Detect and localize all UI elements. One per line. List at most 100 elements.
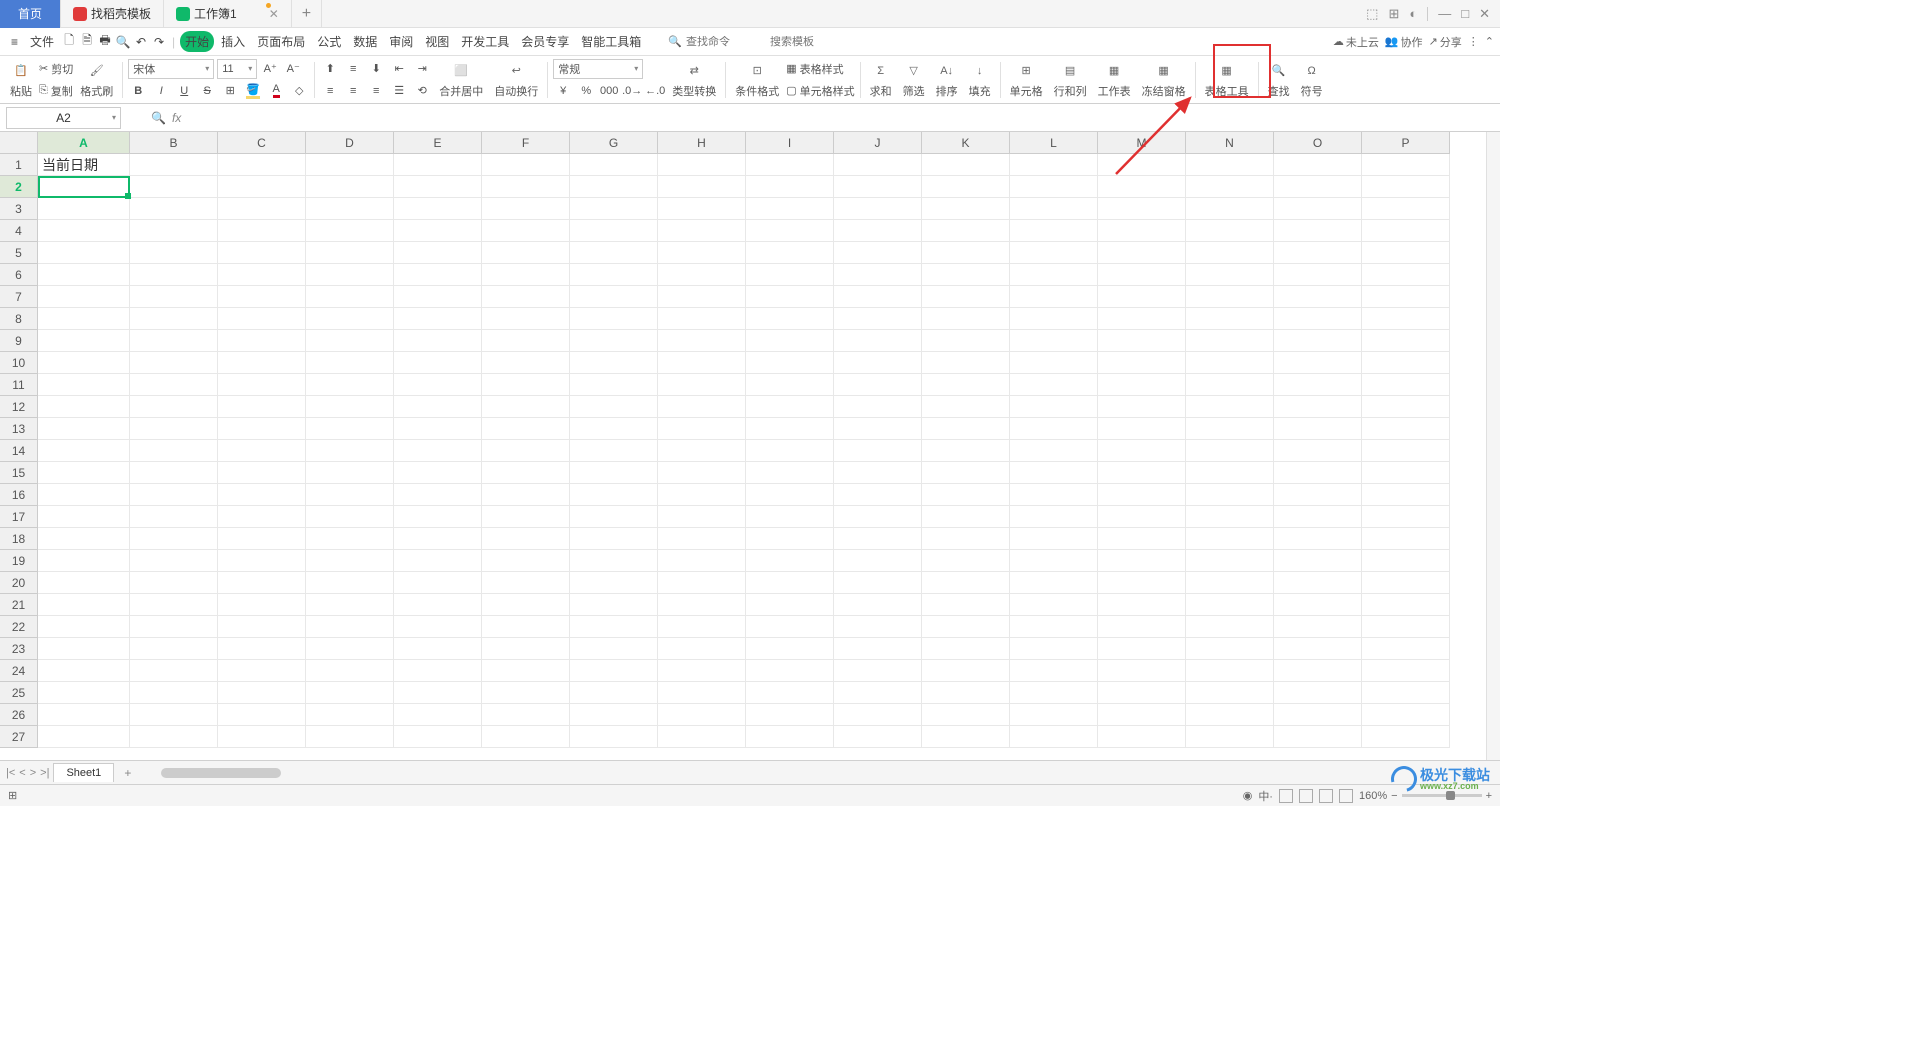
cell-F11[interactable] [482, 374, 570, 396]
cell-N8[interactable] [1186, 308, 1274, 330]
cell-C6[interactable] [218, 264, 306, 286]
cell-D24[interactable] [306, 660, 394, 682]
zoom-thumb[interactable] [1446, 791, 1455, 800]
filter-button[interactable]: ▽筛选 [899, 59, 929, 101]
cell-M18[interactable] [1098, 528, 1186, 550]
tab-workbook[interactable]: 工作簿1 ✕ [164, 0, 292, 28]
cell-P11[interactable] [1362, 374, 1450, 396]
currency-icon[interactable]: ¥ [553, 81, 573, 101]
cell-A4[interactable] [38, 220, 130, 242]
cell-E17[interactable] [394, 506, 482, 528]
cell-F14[interactable] [482, 440, 570, 462]
row-header-20[interactable]: 20 [0, 572, 38, 594]
cells-button[interactable]: ⊞单元格 [1006, 59, 1047, 101]
column-header-D[interactable]: D [306, 132, 394, 154]
cell-C15[interactable] [218, 462, 306, 484]
cell-G5[interactable] [570, 242, 658, 264]
cell-O27[interactable] [1274, 726, 1362, 748]
cell-K7[interactable] [922, 286, 1010, 308]
cell-P1[interactable] [1362, 154, 1450, 176]
cell-B19[interactable] [130, 550, 218, 572]
cell-O15[interactable] [1274, 462, 1362, 484]
cell-M8[interactable] [1098, 308, 1186, 330]
cell-H15[interactable] [658, 462, 746, 484]
cell-L24[interactable] [1010, 660, 1098, 682]
cell-N14[interactable] [1186, 440, 1274, 462]
cell-A1[interactable]: 当前日期 [38, 154, 130, 176]
cell-A10[interactable] [38, 352, 130, 374]
cell-A12[interactable] [38, 396, 130, 418]
cell-F18[interactable] [482, 528, 570, 550]
collab-button[interactable]: 👥协作 [1385, 34, 1423, 50]
cell-P14[interactable] [1362, 440, 1450, 462]
cell-D25[interactable] [306, 682, 394, 704]
cell-F19[interactable] [482, 550, 570, 572]
cell-O6[interactable] [1274, 264, 1362, 286]
symbol-button[interactable]: Ω符号 [1297, 59, 1327, 101]
cell-B13[interactable] [130, 418, 218, 440]
font-size-select[interactable]: 11▾ [217, 59, 257, 79]
cell-G13[interactable] [570, 418, 658, 440]
cell-H22[interactable] [658, 616, 746, 638]
cell-I24[interactable] [746, 660, 834, 682]
cell-I10[interactable] [746, 352, 834, 374]
cell-P9[interactable] [1362, 330, 1450, 352]
cell-J15[interactable] [834, 462, 922, 484]
cell-A2[interactable] [38, 176, 130, 198]
cell-L20[interactable] [1010, 572, 1098, 594]
column-header-N[interactable]: N [1186, 132, 1274, 154]
cell-N1[interactable] [1186, 154, 1274, 176]
cell-H1[interactable] [658, 154, 746, 176]
cell-F10[interactable] [482, 352, 570, 374]
cell-I4[interactable] [746, 220, 834, 242]
cell-K5[interactable] [922, 242, 1010, 264]
cell-N22[interactable] [1186, 616, 1274, 638]
cell-A27[interactable] [38, 726, 130, 748]
cell-F24[interactable] [482, 660, 570, 682]
cell-G11[interactable] [570, 374, 658, 396]
cell-H18[interactable] [658, 528, 746, 550]
cell-O20[interactable] [1274, 572, 1362, 594]
cell-C25[interactable] [218, 682, 306, 704]
cell-B24[interactable] [130, 660, 218, 682]
cell-O26[interactable] [1274, 704, 1362, 726]
cell-J19[interactable] [834, 550, 922, 572]
cell-B16[interactable] [130, 484, 218, 506]
find-button[interactable]: 🔍查找 [1264, 59, 1294, 101]
decrease-font-icon[interactable]: A⁻ [283, 59, 303, 79]
cell-L5[interactable] [1010, 242, 1098, 264]
cell-H25[interactable] [658, 682, 746, 704]
cell-C14[interactable] [218, 440, 306, 462]
sum-button[interactable]: Σ求和 [866, 59, 896, 101]
menu-member[interactable]: 会员专享 [516, 31, 574, 52]
cell-K3[interactable] [922, 198, 1010, 220]
cell-F16[interactable] [482, 484, 570, 506]
cell-K26[interactable] [922, 704, 1010, 726]
grid-icon[interactable]: ⊞ [1388, 6, 1399, 22]
menu-data[interactable]: 数据 [348, 31, 382, 52]
cell-L15[interactable] [1010, 462, 1098, 484]
cell-I6[interactable] [746, 264, 834, 286]
cell-O14[interactable] [1274, 440, 1362, 462]
cell-J12[interactable] [834, 396, 922, 418]
cell-E14[interactable] [394, 440, 482, 462]
cell-G21[interactable] [570, 594, 658, 616]
justify-icon[interactable]: ☰ [389, 81, 409, 101]
cell-K27[interactable] [922, 726, 1010, 748]
cell-D8[interactable] [306, 308, 394, 330]
cell-B2[interactable] [130, 176, 218, 198]
menu-view[interactable]: 视图 [420, 31, 454, 52]
cell-I5[interactable] [746, 242, 834, 264]
cell-I11[interactable] [746, 374, 834, 396]
cell-D20[interactable] [306, 572, 394, 594]
cell-M25[interactable] [1098, 682, 1186, 704]
cell-D7[interactable] [306, 286, 394, 308]
cell-D5[interactable] [306, 242, 394, 264]
cell-J9[interactable] [834, 330, 922, 352]
cell-N17[interactable] [1186, 506, 1274, 528]
cell-D21[interactable] [306, 594, 394, 616]
row-header-22[interactable]: 22 [0, 616, 38, 638]
cell-D13[interactable] [306, 418, 394, 440]
cell-C16[interactable] [218, 484, 306, 506]
column-header-G[interactable]: G [570, 132, 658, 154]
